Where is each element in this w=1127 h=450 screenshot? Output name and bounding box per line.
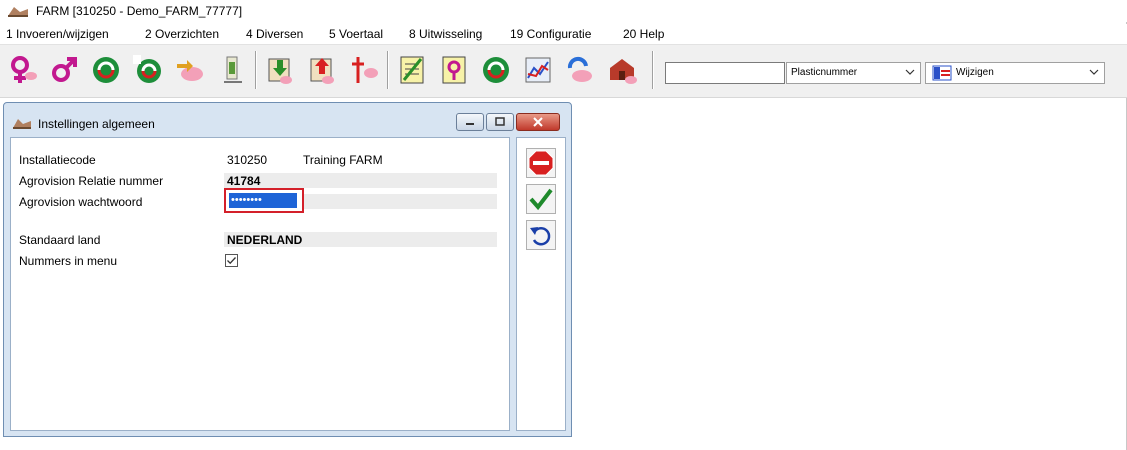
feed-button[interactable] <box>213 50 251 90</box>
notepad-female-icon <box>442 56 466 84</box>
title-bar: FARM [310250 - Demo_FARM_77777] <box>0 0 1127 22</box>
menu-configuratie[interactable]: 19 Configuratie <box>510 27 591 41</box>
recycle-2-button[interactable] <box>129 50 167 90</box>
number-type-select[interactable]: Plasticnummer <box>786 62 921 84</box>
farm-app-icon <box>13 119 31 129</box>
relatie-value[interactable]: 41784 <box>227 174 260 188</box>
pig-arrow-button[interactable] <box>171 50 209 90</box>
instellingen-dialog: Instellingen algemeen Installatiecode 31… <box>3 102 572 437</box>
toolbar-separator <box>255 51 257 89</box>
cross-pig-icon <box>352 57 378 83</box>
action-selected: Wijzigen <box>956 67 994 78</box>
stop-icon <box>528 150 554 176</box>
window-title: FARM [310250 - Demo_FARM_77777] <box>36 4 243 18</box>
installatiecode-label: Installatiecode <box>19 153 96 167</box>
pig-transfer-icon <box>567 56 592 82</box>
wachtwoord-label: Agrovision wachtwoord <box>19 195 143 209</box>
recycle-report-icon <box>483 57 509 83</box>
chevron-down-icon <box>905 69 915 75</box>
line-chart-icon <box>525 57 551 83</box>
book-up-button[interactable] <box>303 50 341 90</box>
female-button[interactable] <box>3 50 41 90</box>
nummers-label: Nummers in menu <box>19 254 118 268</box>
menu-help[interactable]: 20 Help <box>623 27 664 41</box>
notepad-button[interactable] <box>393 50 431 90</box>
feed-tube-icon <box>224 56 242 83</box>
toolbar-separator <box>652 51 654 89</box>
action-select[interactable]: Wijzigen <box>925 62 1105 84</box>
chevron-down-icon <box>1089 69 1099 75</box>
minimize-button[interactable] <box>456 113 484 131</box>
land-label: Standaard land <box>19 233 101 247</box>
settings-form: Installatiecode 310250 Training FARM Agr… <box>10 137 510 431</box>
menu-uitwisseling[interactable]: 8 Uitwisseling <box>409 27 482 41</box>
recycle-numbered-icon <box>133 55 161 83</box>
menu-voertaal[interactable]: 5 Voertaal <box>329 27 383 41</box>
close-icon <box>533 117 543 127</box>
number-type-selected: Plasticnummer <box>791 67 858 78</box>
installatiecode-name: Training FARM <box>303 153 383 167</box>
maximize-icon <box>495 117 505 126</box>
menu-diversen[interactable]: 4 Diversen <box>246 27 303 41</box>
password-highlight-box: •••••••• <box>224 188 304 213</box>
land-row: Standaard land NEDERLAND <box>19 232 497 248</box>
land-value[interactable]: NEDERLAND <box>227 233 302 247</box>
notepad-icon <box>400 56 424 84</box>
installatiecode-row: Installatiecode 310250 Training FARM <box>19 152 497 168</box>
minimize-icon <box>466 123 474 125</box>
recycle-icon <box>93 57 119 83</box>
close-button[interactable] <box>516 113 560 131</box>
animal-number-input[interactable] <box>665 62 785 84</box>
book-up-icon <box>310 58 334 84</box>
relatie-row: Agrovision Relatie nummer 41784 <box>19 173 497 189</box>
confirm-button[interactable] <box>526 184 556 214</box>
checkmark-icon <box>227 257 236 265</box>
installatiecode-value: 310250 <box>227 153 268 167</box>
chart-button[interactable] <box>519 50 557 90</box>
action-panel <box>516 137 566 431</box>
nummers-checkbox[interactable] <box>225 254 238 267</box>
edit-grid-icon <box>932 65 952 81</box>
checkmark-icon <box>529 188 553 211</box>
pig-arrow-icon <box>177 60 203 81</box>
toolbar-separator <box>387 51 389 89</box>
menu-bar: 1 Invoeren/wijzigen 2 Overzichten 4 Dive… <box>0 24 1127 44</box>
undo-icon <box>530 226 551 246</box>
male-button[interactable] <box>45 50 83 90</box>
maximize-button[interactable] <box>486 113 514 131</box>
password-field[interactable]: •••••••• <box>229 193 297 208</box>
book-down-button[interactable] <box>261 50 299 90</box>
relatie-label: Agrovision Relatie nummer <box>19 174 164 188</box>
female-icon <box>11 56 37 83</box>
farm-app-window: FARM [310250 - Demo_FARM_77777] 1 Invoer… <box>0 0 1127 450</box>
male-icon <box>52 57 77 82</box>
wachtwoord-row: Agrovision wachtwoord •••••••• <box>19 188 497 213</box>
barn-button[interactable] <box>603 50 641 90</box>
pig-transfer-button[interactable] <box>561 50 599 90</box>
nummers-row: Nummers in menu <box>19 253 497 269</box>
farm-app-icon <box>8 7 28 17</box>
undo-button[interactable] <box>526 220 556 250</box>
dialog-title: Instellingen algemeen <box>38 117 155 131</box>
stop-button[interactable] <box>526 148 556 178</box>
recycle-button[interactable] <box>87 50 125 90</box>
field-background <box>224 173 497 188</box>
recycle-report-button[interactable] <box>477 50 515 90</box>
menu-overzichten[interactable]: 2 Overzichten <box>145 27 219 41</box>
deceased-button[interactable] <box>345 50 383 90</box>
book-down-icon <box>268 58 292 84</box>
notepad-female-button[interactable] <box>435 50 473 90</box>
toolbar: Plasticnummer Wijzigen <box>0 44 1127 98</box>
menu-invoeren[interactable]: 1 Invoeren/wijzigen <box>6 27 109 41</box>
barn-icon <box>610 59 637 84</box>
